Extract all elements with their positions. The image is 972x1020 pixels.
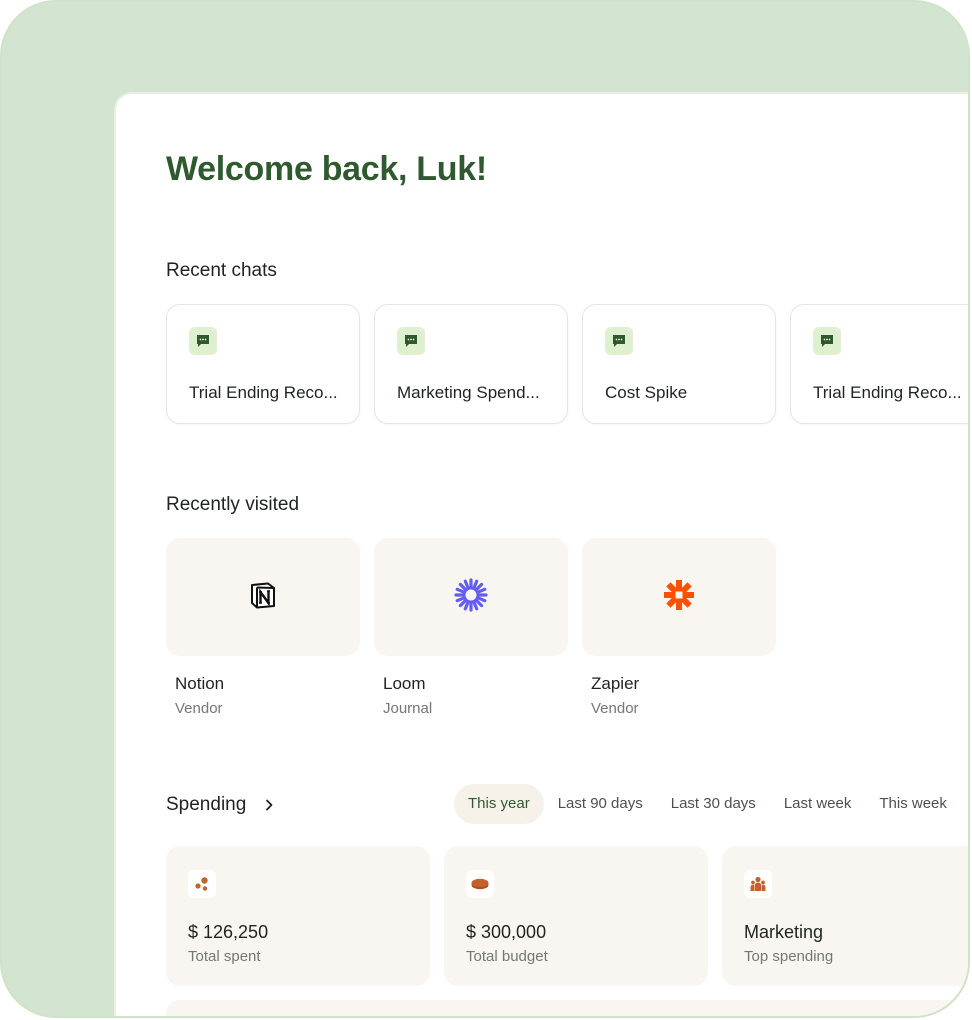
filter-last-week[interactable]: Last week xyxy=(770,784,866,824)
stat-total-spent[interactable]: $ 126,250 Total spent xyxy=(166,846,430,986)
chat-card[interactable]: Marketing Spend... xyxy=(374,304,568,424)
visited-item-notion[interactable]: Notion Vendor xyxy=(166,538,362,717)
zapier-logo-icon xyxy=(662,578,696,617)
visited-item-loom[interactable]: Loom Journal xyxy=(374,538,570,717)
visited-name: Loom xyxy=(383,674,426,693)
visited-type: Journal xyxy=(383,700,433,717)
visited-name: Zapier xyxy=(591,674,640,693)
stat-label: Total budget xyxy=(466,948,548,965)
visited-type: Vendor xyxy=(175,700,223,717)
visited-tile xyxy=(582,538,776,656)
filter-this-week[interactable]: This week xyxy=(865,784,961,824)
stat-value: $ 126,250 xyxy=(188,922,269,942)
chat-bubble-icon xyxy=(813,327,841,355)
filter-this-year[interactable]: This year xyxy=(454,784,544,824)
time-filter-tabs: This year Last 90 days Last 30 days Last… xyxy=(454,784,961,824)
chat-bubble-icon xyxy=(397,327,425,355)
visited-tile xyxy=(374,538,568,656)
loom-logo-icon xyxy=(454,577,488,617)
filter-last-90-days[interactable]: Last 90 days xyxy=(544,784,657,824)
recent-chats-title: Recent chats xyxy=(166,260,277,281)
main-panel: Welcome back, Luk! Recent chats Trial En… xyxy=(114,92,968,1016)
chat-bubble-icon xyxy=(605,327,633,355)
visited-type: Vendor xyxy=(591,700,639,717)
stat-value: Marketing xyxy=(744,922,824,942)
welcome-heading: Welcome back, Luk! xyxy=(166,150,487,188)
team-icon xyxy=(744,870,772,898)
notion-logo-icon xyxy=(247,579,279,616)
visited-name: Notion xyxy=(175,674,225,693)
spending-chart-card xyxy=(166,1000,968,1016)
dots-icon xyxy=(188,870,216,898)
filter-last-30-days[interactable]: Last 30 days xyxy=(657,784,770,824)
recently-visited-title: Recently visited xyxy=(166,494,300,515)
chat-bubble-icon xyxy=(189,327,217,355)
chat-card[interactable]: Trial Ending Reco... xyxy=(166,304,360,424)
chevron-right-icon xyxy=(262,798,276,812)
spending-link[interactable]: Spending xyxy=(166,794,276,816)
chat-card[interactable]: Cost Spike xyxy=(582,304,776,424)
coin-stack-icon xyxy=(466,870,494,898)
chat-title: Trial Ending Reco... xyxy=(189,383,338,402)
chat-title: Cost Spike xyxy=(605,383,688,402)
app-frame: Welcome back, Luk! Recent chats Trial En… xyxy=(0,0,970,1018)
visited-item-zapier[interactable]: Zapier Vendor xyxy=(582,538,778,717)
chat-title: Trial Ending Reco... xyxy=(813,383,962,402)
visited-tile xyxy=(166,538,360,656)
stat-label: Top spending xyxy=(744,948,834,965)
stat-total-budget[interactable]: $ 300,000 Total budget xyxy=(444,846,708,986)
stat-label: Total spent xyxy=(188,948,261,965)
chat-title: Marketing Spend... xyxy=(397,383,540,402)
spending-title: Spending xyxy=(166,794,247,815)
stat-value: $ 300,000 xyxy=(466,922,547,942)
stat-top-spending[interactable]: Marketing Top spending xyxy=(722,846,968,986)
chat-card[interactable]: Trial Ending Reco... xyxy=(790,304,968,424)
